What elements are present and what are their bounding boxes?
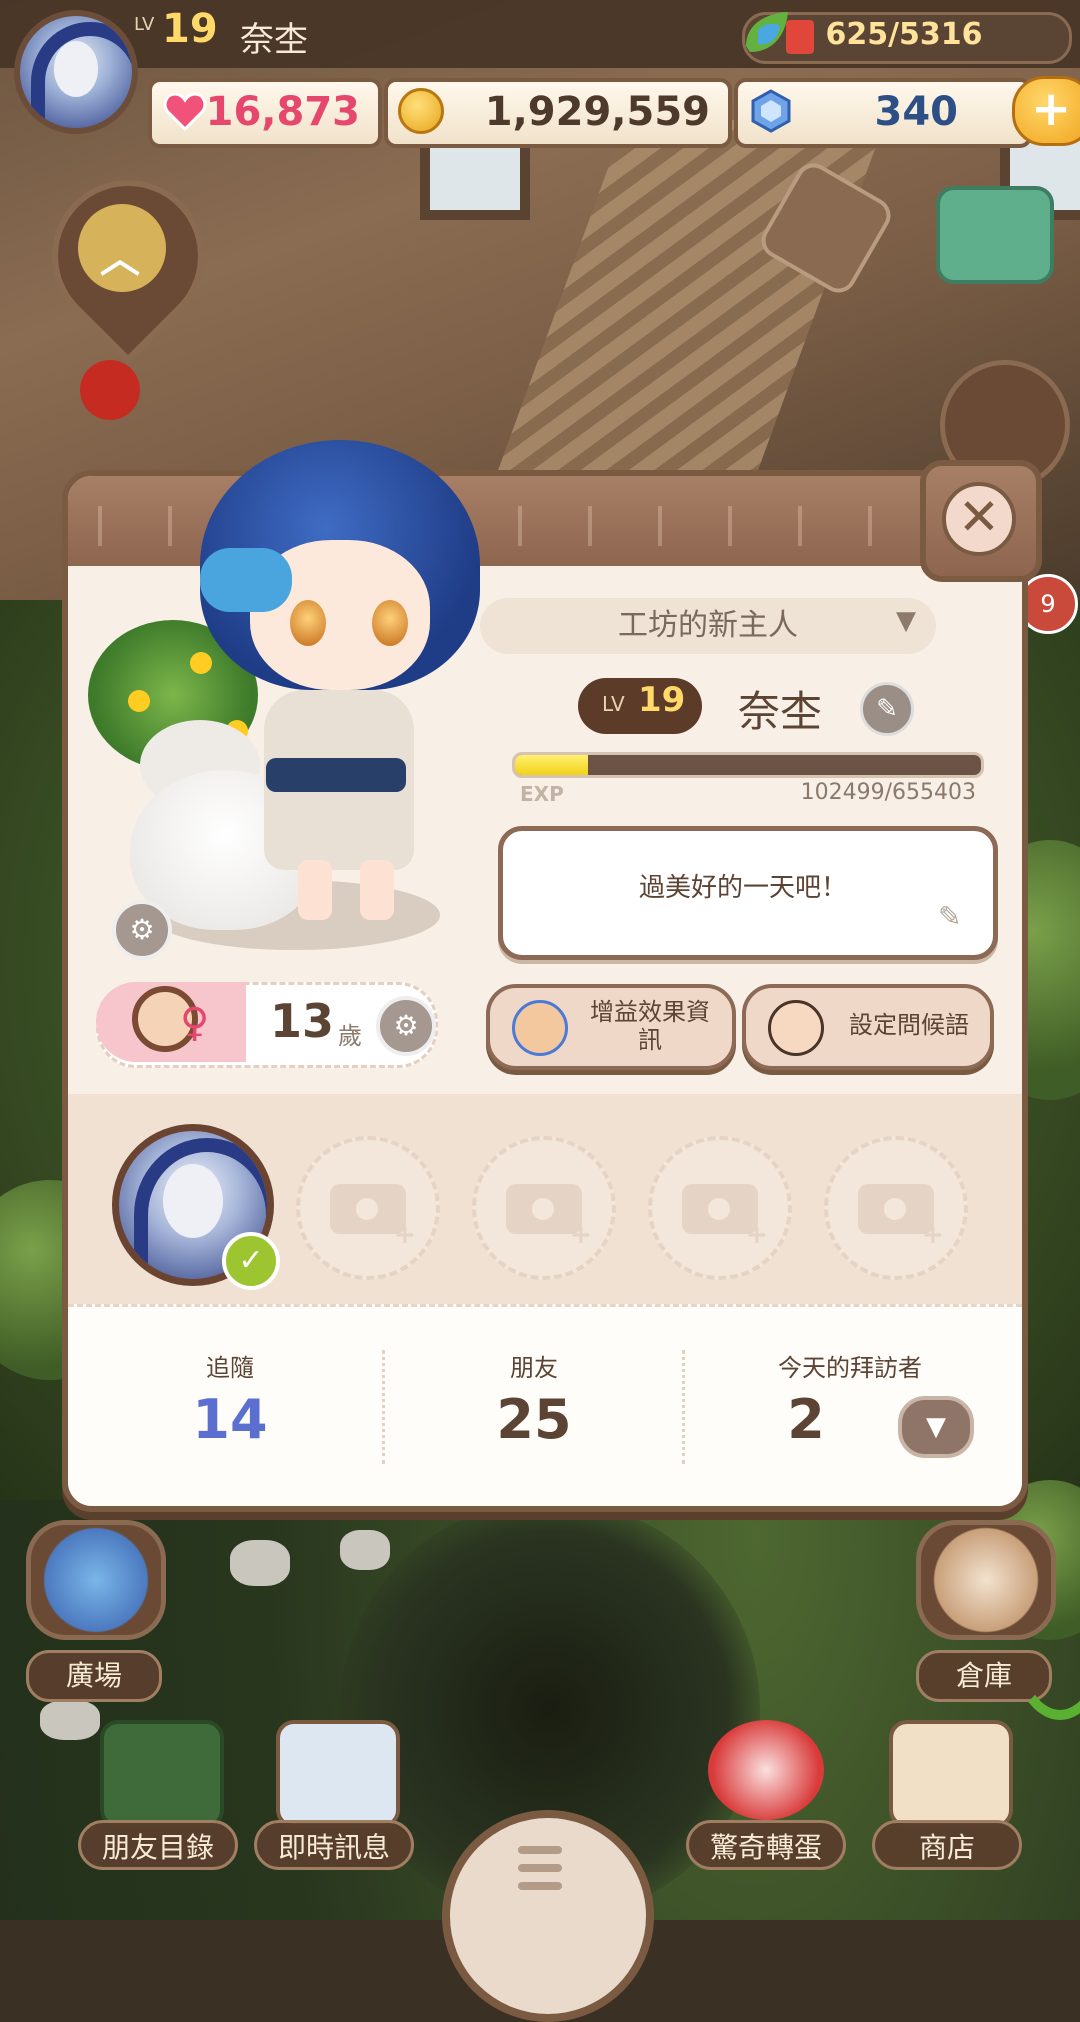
friends-value[interactable]: 25 (384, 1388, 684, 1451)
set-greeting-label: 設定問候語 (849, 1011, 969, 1039)
character-eye (290, 600, 326, 646)
greeting-text: 過美好的一天吧！ (638, 873, 847, 903)
character-eye (372, 600, 408, 646)
set-greeting-button[interactable]: 設定問候語 (742, 984, 994, 1070)
character-leg (360, 860, 394, 920)
exp-value: 102499/655403 (800, 780, 976, 805)
storage-box-icon[interactable] (936, 186, 1054, 284)
camera-lens (702, 1192, 736, 1226)
buy-gems-button[interactable]: + (1012, 76, 1080, 146)
coin-icon (398, 88, 444, 134)
message-board-icon (276, 1720, 400, 1828)
main-menu-button[interactable] (442, 1810, 654, 2022)
player-name: 奈杢 (240, 20, 308, 60)
nav-friends-list[interactable]: 朋友目錄 (78, 1720, 238, 1870)
exp-label: EXP (520, 782, 564, 806)
close-button[interactable]: ✕ (920, 460, 1042, 582)
level-prefix: LV (134, 14, 155, 35)
plaza-label[interactable]: 廣場 (26, 1650, 162, 1702)
flower (190, 652, 212, 674)
energy-value: 625/5316 (825, 17, 983, 52)
profile-name: 奈杢 (738, 687, 823, 736)
hearts-counter[interactable]: 16,873 (148, 78, 382, 148)
buff-info-button[interactable]: 增益效果資訊 (486, 984, 736, 1070)
heart-icon (163, 92, 207, 132)
player-avatar[interactable] (14, 10, 138, 134)
gems-value: 340 (874, 89, 959, 135)
follow-value[interactable]: 14 (80, 1388, 380, 1451)
pencil-icon[interactable]: ✎ (938, 900, 961, 933)
nav-gacha-label: 驚奇轉蛋 (686, 1820, 846, 1870)
gems-counter[interactable]: 340 (734, 78, 1032, 148)
menu-line (518, 1846, 562, 1854)
character-leg (298, 860, 332, 920)
plaza-button[interactable] (26, 1520, 166, 1640)
plus-icon: + (394, 1220, 416, 1250)
coins-value: 1,929,559 (484, 89, 710, 135)
nav-shop-label: 商店 (872, 1820, 1022, 1870)
female-icon: ♀ (180, 1000, 210, 1046)
avatar-face (53, 40, 99, 97)
coins-counter[interactable]: 1,929,559 (384, 78, 732, 148)
camera-lens (350, 1192, 384, 1226)
nav-shop[interactable]: 商店 (872, 1720, 1022, 1870)
character-bow (200, 548, 292, 612)
profile-level: 19 (638, 680, 686, 720)
menu-line (518, 1864, 562, 1872)
age-value: 13 (270, 994, 335, 1048)
gacha-machine-icon (708, 1720, 824, 1820)
level-prefix: LV (602, 692, 625, 716)
photo-slot[interactable]: + (824, 1136, 968, 1280)
buff-person-icon (512, 1000, 568, 1056)
friends-label: 朋友 (510, 1354, 558, 1382)
player-level: 19 (162, 6, 218, 52)
shop-icon (889, 1720, 1013, 1828)
nav-messages-label: 即時訊息 (254, 1820, 414, 1870)
chevron-up-icon: ︿ (100, 236, 140, 282)
age-unit: 歲 (338, 1022, 362, 1050)
apple-icon (80, 360, 140, 420)
photo-face (163, 1163, 223, 1238)
friends-book-icon (100, 1720, 224, 1828)
gear-icon[interactable]: ⚙ (376, 996, 436, 1056)
gem-icon (751, 89, 791, 133)
photo-slot[interactable]: + (472, 1136, 616, 1280)
nav-messages[interactable]: 即時訊息 (254, 1720, 414, 1870)
edit-name-pencil-icon[interactable]: ✎ (860, 682, 914, 736)
flower (128, 690, 150, 712)
menu-line (518, 1882, 562, 1890)
garden-rock (340, 1530, 390, 1570)
check-icon: ✓ (222, 1232, 280, 1290)
plus-icon: + (922, 1220, 944, 1250)
top-hud: LV 19 奈杢 625/5316 16,873 1,929,559 340 + (0, 0, 1080, 148)
garden-rock (230, 1540, 290, 1586)
exp-bar (512, 752, 984, 778)
chevron-down-icon: ▼ (896, 606, 916, 636)
buff-info-label: 增益效果資訊 (590, 998, 710, 1054)
close-icon[interactable]: ✕ (942, 482, 1016, 556)
plus-icon: + (570, 1220, 592, 1250)
character-belt (266, 758, 406, 792)
camera-lens (878, 1192, 912, 1226)
greeting-person-icon (768, 1000, 824, 1056)
exp-fill (515, 755, 588, 775)
visitors-dropdown-button[interactable]: ▼ (898, 1396, 974, 1458)
follow-label: 追隨 (206, 1354, 254, 1382)
nav-gacha[interactable]: 驚奇轉蛋 (686, 1720, 846, 1870)
camera-lens (526, 1192, 560, 1226)
photo-slot[interactable]: + (648, 1136, 792, 1280)
hearts-value: 16,873 (205, 89, 360, 135)
plus-icon: + (746, 1220, 768, 1250)
photo-slot[interactable]: + (296, 1136, 440, 1280)
character-settings-gear-icon[interactable]: ⚙ (112, 900, 172, 960)
nav-friends-list-label: 朋友目錄 (78, 1820, 238, 1870)
title-dropdown[interactable]: 工坊的新主人 (480, 598, 936, 654)
visitors-label: 今天的拜訪者 (778, 1354, 922, 1382)
